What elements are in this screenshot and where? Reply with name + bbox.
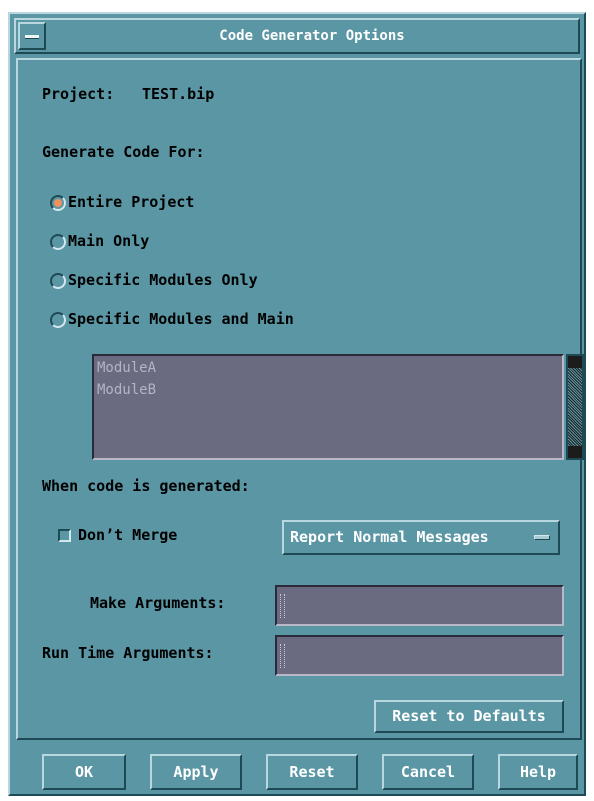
text-cursor	[280, 644, 285, 668]
radio-unselected-icon	[50, 312, 66, 328]
messages-option-value: Report Normal Messages	[290, 528, 489, 546]
scroll-up-arrow[interactable]	[568, 356, 582, 368]
code-generator-dialog: Code Generator Options Project: TEST.bip…	[8, 12, 586, 796]
radio-label: Main Only	[68, 232, 150, 250]
dont-merge-checkbox[interactable]: Don’t Merge	[58, 526, 228, 546]
radio-label: Specific Modules and Main	[68, 310, 294, 328]
window-menu-button[interactable]	[18, 22, 46, 50]
help-button[interactable]: Help	[498, 754, 578, 790]
reset-button[interactable]: Reset	[266, 754, 358, 790]
module-list[interactable]: ModuleA ModuleB	[92, 354, 564, 460]
list-item[interactable]: ModuleB	[97, 382, 156, 398]
ok-button[interactable]: OK	[42, 754, 126, 790]
messages-option-menu[interactable]: Report Normal Messages	[282, 520, 560, 555]
checkbox-unchecked-icon	[58, 529, 71, 542]
cancel-button[interactable]: Cancel	[382, 754, 474, 790]
option-menu-indicator-icon	[534, 535, 550, 540]
checkbox-label: Don’t Merge	[78, 526, 178, 544]
title-bar[interactable]: Code Generator Options	[14, 18, 580, 54]
window-menu-icon	[25, 35, 39, 39]
text-cursor	[280, 594, 285, 618]
generate-code-heading: Generate Code For:	[42, 143, 205, 161]
project-label: Project:	[42, 85, 115, 103]
radio-unselected-icon	[50, 273, 66, 289]
radio-label: Entire Project	[68, 193, 195, 211]
radio-label: Specific Modules Only	[68, 271, 258, 289]
when-generated-heading: When code is generated:	[42, 477, 250, 495]
make-arguments-label: Make Arguments:	[90, 594, 226, 612]
list-item[interactable]: ModuleA	[97, 360, 156, 376]
dialog-content: Project: TEST.bip Generate Code For: Ent…	[16, 58, 584, 740]
run-time-arguments-label: Run Time Arguments:	[42, 644, 214, 662]
project-name: TEST.bip	[142, 85, 215, 103]
window-title: Code Generator Options	[219, 28, 405, 44]
scroll-down-arrow[interactable]	[568, 446, 582, 458]
make-arguments-input[interactable]	[275, 585, 564, 626]
radio-unselected-icon	[50, 234, 66, 250]
apply-button[interactable]: Apply	[150, 754, 242, 790]
button-bar: OK Apply Reset Cancel Help	[16, 744, 582, 796]
run-time-arguments-input[interactable]	[275, 635, 564, 676]
module-list-scrollbar[interactable]	[566, 354, 584, 460]
reset-to-defaults-button[interactable]: Reset to Defaults	[374, 700, 564, 733]
radio-selected-icon	[50, 195, 66, 211]
